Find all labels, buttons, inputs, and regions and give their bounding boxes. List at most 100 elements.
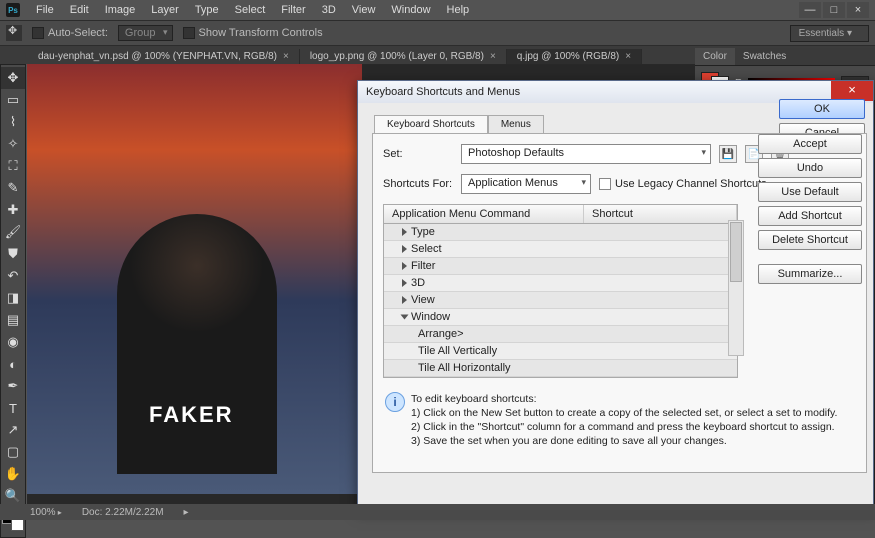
menu-type[interactable]: Type — [187, 1, 227, 19]
row-label: View — [411, 294, 435, 306]
info-line-2: 2) Click in the "Shortcut" column for a … — [411, 420, 837, 434]
status-bar: 100% Doc: 2.22M/2.22M ▸ — [0, 504, 875, 520]
status-arrow-icon[interactable]: ▸ — [184, 507, 189, 518]
doc-tab-2[interactable]: logo_yp.png @ 100% (Layer 0, RGB/8)× — [300, 49, 507, 64]
brush-tool[interactable]: 🖌 — [1, 221, 25, 243]
dialog-close-button[interactable]: × — [831, 81, 873, 101]
menu-image[interactable]: Image — [97, 1, 144, 19]
shortcuts-grid: Application Menu Command Shortcut Type Se… — [383, 204, 738, 378]
delete-shortcut-button[interactable]: Delete Shortcut — [758, 230, 862, 250]
summarize-button[interactable]: Summarize... — [758, 264, 862, 284]
ok-button[interactable]: OK — [779, 99, 865, 119]
workspace-switcher[interactable]: Essentials — [790, 25, 869, 42]
grid-row[interactable]: Tile All Horizontally — [384, 360, 737, 377]
show-transform-group[interactable]: Show Transform Controls — [183, 27, 323, 39]
menu-view[interactable]: View — [344, 1, 384, 19]
doc-tab-1[interactable]: dau-yenphat_vn.psd @ 100% (YENPHAT.VN, R… — [28, 49, 300, 64]
lasso-tool[interactable]: ⌇ — [1, 111, 25, 133]
maximize-button[interactable]: □ — [823, 2, 845, 18]
path-tool[interactable]: ↗ — [1, 419, 25, 441]
menubar: Ps File Edit Image Layer Type Select Fil… — [0, 0, 875, 20]
minimize-button[interactable]: — — [799, 2, 821, 18]
pen-tool[interactable]: ✒ — [1, 375, 25, 397]
heal-tool[interactable]: ✚ — [1, 199, 25, 221]
expand-icon[interactable] — [402, 262, 407, 270]
stamp-tool[interactable]: ⛊ — [1, 243, 25, 265]
auto-select-group[interactable]: Auto-Select: — [32, 27, 108, 39]
expand-icon[interactable] — [402, 245, 407, 253]
eraser-tool[interactable]: ◨ — [1, 287, 25, 309]
doc-tab-3-label: q.jpg @ 100% (RGB/8) — [517, 51, 619, 62]
col-command[interactable]: Application Menu Command — [384, 205, 584, 223]
gradient-tool[interactable]: ▤ — [1, 309, 25, 331]
doc-tab-3[interactable]: q.jpg @ 100% (RGB/8) × — [507, 49, 642, 64]
dodge-tool[interactable]: ◐ — [1, 353, 25, 375]
menu-layer[interactable]: Layer — [143, 1, 187, 19]
menu-file[interactable]: File — [28, 1, 62, 19]
undo-button[interactable]: Undo — [758, 158, 862, 178]
grid-row[interactable]: View — [384, 292, 737, 309]
blur-tool[interactable]: ◉ — [1, 331, 25, 353]
history-brush-tool[interactable]: ↶ — [1, 265, 25, 287]
wand-tool[interactable]: ✧ — [1, 133, 25, 155]
info-panel: i To edit keyboard shortcuts: 1) Click o… — [383, 388, 856, 452]
dialog-title: Keyboard Shortcuts and Menus — [366, 86, 520, 98]
grid-row[interactable]: Select — [384, 241, 737, 258]
menu-help[interactable]: Help — [439, 1, 478, 19]
menu-select[interactable]: Select — [227, 1, 274, 19]
shortcuts-for-dropdown[interactable]: Application Menus — [461, 174, 591, 194]
close-button[interactable]: × — [847, 2, 869, 18]
move-tool[interactable]: ✥ — [1, 67, 25, 89]
swatches-tab[interactable]: Swatches — [735, 48, 794, 65]
grid-row[interactable]: Filter — [384, 258, 737, 275]
info-title: To edit keyboard shortcuts: — [411, 392, 837, 406]
expand-icon[interactable] — [402, 228, 407, 236]
expand-icon[interactable] — [401, 315, 409, 320]
show-transform-checkbox[interactable] — [183, 27, 195, 39]
add-shortcut-button[interactable]: Add Shortcut — [758, 206, 862, 226]
menu-edit[interactable]: Edit — [62, 1, 97, 19]
save-set-icon[interactable]: 💾 — [719, 145, 737, 163]
col-shortcut[interactable]: Shortcut — [584, 205, 737, 223]
set-dropdown[interactable]: Photoshop Defaults — [461, 144, 711, 164]
expand-icon[interactable] — [402, 296, 407, 304]
doc-size[interactable]: Doc: 2.22M/2.22M — [82, 507, 164, 518]
row-label: Filter — [411, 260, 435, 272]
type-tool[interactable]: T — [1, 397, 25, 419]
tab-menus[interactable]: Menus — [488, 115, 544, 133]
grid-scrollbar[interactable] — [728, 220, 744, 356]
toolbox: ✥ ▭ ⌇ ✧ ⛶ ✎ ✚ 🖌 ⛊ ↶ ◨ ▤ ◉ ◐ ✒ T ↗ ▢ ✋ 🔍 — [0, 64, 26, 538]
scrollbar-thumb[interactable] — [730, 222, 742, 282]
row-label: Tile All Horizontally — [418, 362, 511, 374]
shape-tool[interactable]: ▢ — [1, 441, 25, 463]
image-text: FAKER — [149, 402, 234, 428]
tab-keyboard-shortcuts[interactable]: Keyboard Shortcuts — [374, 115, 488, 133]
use-default-button[interactable]: Use Default — [758, 182, 862, 202]
expand-icon[interactable] — [402, 279, 407, 287]
grid-row[interactable]: 3D — [384, 275, 737, 292]
legacy-checkbox[interactable] — [599, 178, 611, 190]
menu-filter[interactable]: Filter — [273, 1, 313, 19]
row-label: Type — [411, 226, 435, 238]
auto-select-dropdown[interactable]: Group — [118, 25, 173, 41]
grid-row[interactable]: Arrange> — [384, 326, 737, 343]
grid-row[interactable]: Type — [384, 224, 737, 241]
accept-button[interactable]: Accept — [758, 134, 862, 154]
marquee-tool[interactable]: ▭ — [1, 89, 25, 111]
grid-row[interactable]: Tile All Vertically — [384, 343, 737, 360]
color-tab[interactable]: Color — [695, 48, 735, 65]
row-label: Window — [411, 311, 450, 323]
menu-3d[interactable]: 3D — [314, 1, 344, 19]
close-icon[interactable]: × — [490, 51, 496, 62]
eyedropper-tool[interactable]: ✎ — [1, 177, 25, 199]
close-icon[interactable]: × — [625, 51, 631, 62]
hand-tool[interactable]: ✋ — [1, 463, 25, 485]
menu-window[interactable]: Window — [383, 1, 438, 19]
row-label: 3D — [411, 277, 425, 289]
zoom-level[interactable]: 100% — [30, 507, 62, 518]
grid-row[interactable]: Window — [384, 309, 737, 326]
keyboard-shortcuts-dialog: Keyboard Shortcuts and Menus × OK Cancel… — [357, 80, 874, 510]
crop-tool[interactable]: ⛶ — [1, 155, 25, 177]
close-icon[interactable]: × — [283, 51, 289, 62]
auto-select-checkbox[interactable] — [32, 27, 44, 39]
